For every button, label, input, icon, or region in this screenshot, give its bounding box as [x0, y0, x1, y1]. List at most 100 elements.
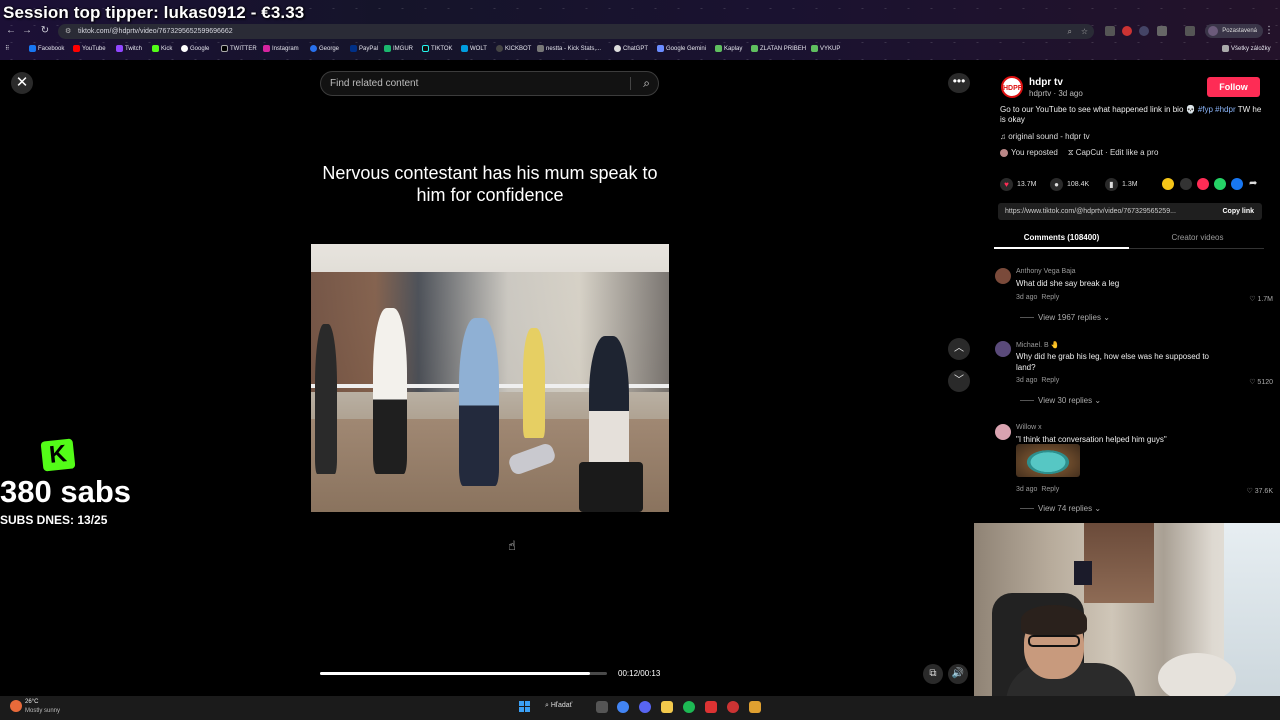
bookmark-wolt[interactable]: WOLT — [461, 45, 487, 52]
profile-button[interactable]: Pozastavená — [1205, 24, 1263, 38]
coin-icon[interactable] — [1162, 178, 1174, 190]
spotify-icon[interactable] — [683, 701, 695, 713]
all-bookmarks[interactable]: Všetky záložky — [1222, 45, 1271, 52]
video-person — [523, 328, 545, 438]
comment-author[interactable]: Willow x — [1016, 424, 1042, 431]
sound-link[interactable]: ♫ original sound - hdpr tv — [1000, 132, 1090, 141]
comment-item: Michael. B 🤚 Why did he grab his leg, ho… — [994, 341, 1276, 409]
search-icon[interactable]: ⌕ — [643, 72, 650, 95]
send-icon[interactable] — [1197, 178, 1209, 190]
comment-likes[interactable]: ♡ 1.7M — [1249, 295, 1273, 303]
x-icon — [221, 45, 228, 52]
bookmark-nestta[interactable]: nestta - Kick Stats,... — [537, 45, 601, 52]
bookmark-star-icon[interactable]: ☆ — [1081, 24, 1088, 39]
bookmark-facebook[interactable]: Facebook — [29, 45, 64, 52]
weather-temperature[interactable]: 26°C — [25, 699, 38, 705]
app-icon[interactable] — [749, 701, 761, 713]
author-name[interactable]: hdpr tv — [1029, 77, 1063, 88]
extension-icon[interactable] — [1139, 26, 1149, 36]
bookmark-tiktok[interactable]: TIKTOK — [422, 45, 453, 52]
reload-icon[interactable]: ↻ — [38, 25, 52, 36]
comment-button[interactable]: ● 108.4K — [1050, 178, 1089, 191]
extensions-puzzle-icon[interactable] — [1157, 26, 1167, 36]
avatar[interactable] — [995, 341, 1011, 357]
view-replies-button[interactable]: View 74 replies ⌄ — [1020, 504, 1101, 513]
downloads-icon[interactable] — [1185, 26, 1195, 36]
webcam-background — [1084, 523, 1154, 603]
reply-button[interactable]: Reply — [1041, 486, 1059, 493]
comment-icon: ● — [1050, 178, 1063, 191]
app-icon[interactable] — [727, 701, 739, 713]
copy-link-button[interactable]: Copy link — [1222, 203, 1254, 220]
zoom-icon[interactable]: ⌕ — [1068, 24, 1072, 39]
search-input[interactable]: Find related content ⌕ — [320, 71, 659, 96]
forward-icon[interactable]: → — [20, 25, 34, 36]
view-replies-button[interactable]: View 1967 replies ⌄ — [1020, 313, 1110, 322]
avatar[interactable] — [995, 424, 1011, 440]
share-link-text[interactable]: https://www.tiktok.com/@hdprtv/video/767… — [1005, 208, 1176, 215]
tab-comments[interactable]: Comments (108400) — [994, 233, 1129, 249]
save-button[interactable]: ▮ 1.3M — [1105, 178, 1138, 191]
video-frame[interactable] — [311, 244, 669, 512]
bookmark-gemini[interactable]: Google Gemini — [657, 45, 706, 52]
site-info-icon[interactable]: ⚙ — [65, 24, 71, 39]
back-icon[interactable]: ← — [4, 25, 18, 36]
bookmark-paypal[interactable]: PayPal — [350, 45, 378, 52]
video-progress-bar[interactable] — [320, 672, 607, 675]
embed-icon[interactable] — [1180, 178, 1192, 190]
reply-button[interactable]: Reply — [1041, 377, 1059, 384]
task-view-icon[interactable] — [596, 701, 608, 713]
menu-kebab-icon[interactable]: ⋮ — [1262, 25, 1276, 36]
facebook-share-icon[interactable] — [1231, 178, 1243, 190]
reply-button[interactable]: Reply — [1041, 294, 1059, 301]
discord-icon[interactable] — [639, 701, 651, 713]
app-icon[interactable] — [705, 701, 717, 713]
bookmark-chatgpt[interactable]: ChatGPT — [614, 45, 648, 52]
comment-gif-image[interactable] — [1016, 444, 1080, 477]
apps-grid-icon[interactable]: ⠿ — [5, 45, 9, 52]
video-person — [459, 318, 499, 486]
bookmark-zlatan[interactable]: ZLATAN PRIBEH — [751, 45, 806, 52]
volume-button[interactable]: 🔊 — [948, 664, 968, 684]
comment-likes[interactable]: ♡ 37.6K — [1246, 487, 1273, 495]
weather-icon[interactable] — [10, 700, 22, 712]
bookmark-imgur[interactable]: IMGUR — [384, 45, 413, 52]
bookmark-kaplay[interactable]: Kaplay — [715, 45, 742, 52]
view-replies-button[interactable]: View 30 replies ⌄ — [1020, 396, 1101, 405]
bookmark-george[interactable]: George — [310, 45, 339, 52]
capcut-icon: ⧖ — [1067, 148, 1076, 157]
bookmark-kick[interactable]: Kick — [152, 45, 172, 52]
bookmark-twitch[interactable]: Twitch — [116, 45, 142, 52]
file-explorer-icon[interactable] — [661, 701, 673, 713]
comment-text: What did she say break a leg — [1016, 279, 1120, 288]
bookmark-twitter[interactable]: TWITTER — [221, 45, 257, 52]
extension-icon[interactable] — [1122, 26, 1132, 36]
bookmark-youtube[interactable]: YouTube — [73, 45, 106, 52]
like-button[interactable]: ♥ 13.7M — [1000, 178, 1036, 191]
tab-creator-videos[interactable]: Creator videos — [1130, 233, 1265, 242]
whatsapp-icon[interactable] — [1214, 178, 1226, 190]
author-avatar[interactable]: HDPR — [1001, 76, 1023, 98]
next-video-button[interactable]: ﹀ — [948, 370, 970, 392]
chrome-icon[interactable] — [617, 701, 629, 713]
address-bar[interactable]: ⚙ tiktok.com/@hdprtv/video/7673295652599… — [58, 24, 1094, 39]
bookmark-instagram[interactable]: Instagram — [263, 45, 299, 52]
picture-in-picture-button[interactable]: ⧉ — [923, 664, 943, 684]
capcut-link[interactable]: ⧖ CapCut · Edit like a pro — [1068, 148, 1159, 158]
comment-author[interactable]: Michael. B 🤚 — [1016, 341, 1059, 349]
taskbar-search[interactable]: ⌕ Hľadať — [545, 702, 572, 710]
comment-likes[interactable]: ♡ 5120 — [1249, 378, 1273, 386]
close-button[interactable]: ✕ — [11, 72, 33, 94]
follow-button[interactable]: Follow — [1207, 77, 1260, 97]
extension-icon[interactable] — [1105, 26, 1115, 36]
share-arrow-icon[interactable]: ➦ — [1249, 178, 1261, 190]
bookmark-google[interactable]: Google — [181, 45, 209, 52]
more-options-button[interactable]: ••• — [948, 73, 970, 93]
hashtags[interactable]: #fyp #hdpr — [1198, 105, 1236, 114]
bookmark-kickbot[interactable]: KICKBOT — [496, 45, 531, 52]
windows-start-icon[interactable] — [519, 701, 531, 713]
avatar[interactable] — [995, 268, 1011, 284]
previous-video-button[interactable]: ︿ — [948, 338, 970, 360]
comment-author[interactable]: Anthony Vega Baja — [1016, 268, 1076, 275]
bookmark-vykup[interactable]: VYKUP — [811, 45, 840, 52]
